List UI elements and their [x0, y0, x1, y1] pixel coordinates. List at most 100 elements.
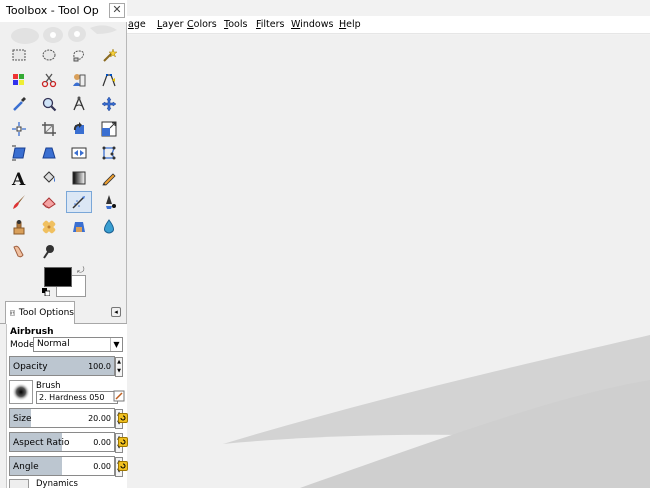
tool-smudge[interactable]	[6, 240, 32, 262]
opacity-value: 100.0	[88, 362, 111, 371]
measure-icon	[73, 96, 85, 111]
reset-angle-icon[interactable]	[118, 461, 128, 471]
size-label: Size	[13, 414, 32, 424]
foreground-color-swatch[interactable]	[44, 267, 72, 287]
reset-aspect-ratio-icon[interactable]	[118, 437, 128, 447]
tool-measure[interactable]	[66, 93, 92, 115]
menu-windows[interactable]: Windows	[291, 19, 333, 30]
paths-icon	[102, 73, 116, 86]
bucket-fill-icon	[43, 170, 55, 183]
dynamics-label: Dynamics	[36, 479, 78, 488]
tab-tool-options[interactable]: Tool Options	[5, 301, 75, 324]
toolbox-window: Toolbox - Tool Op ✕ A ⤾ Tool Options ◂ A…	[0, 0, 128, 488]
tool-perspective-clone[interactable]	[66, 216, 92, 238]
menu-layer[interactable]: Layer	[157, 19, 184, 30]
rect-select-icon	[12, 49, 26, 61]
tool-foreground-select[interactable]	[66, 69, 92, 91]
menu-image[interactable]: age	[128, 19, 146, 30]
menu-tools[interactable]: Tools	[224, 19, 247, 30]
brush-name-field[interactable]: 2. Hardness 050	[36, 391, 118, 404]
smudge-icon	[13, 245, 24, 258]
size-value: 20.00	[88, 414, 111, 423]
opacity-spinner[interactable]: ▲ ▼	[115, 357, 123, 377]
tool-pencil[interactable]	[96, 167, 122, 189]
tool-paths[interactable]	[96, 69, 122, 91]
tool-perspective[interactable]	[36, 142, 62, 164]
dynamics-row[interactable]: Dynamics	[9, 479, 128, 488]
dynamics-preview	[9, 479, 29, 488]
opacity-label: Opacity	[13, 362, 48, 372]
tool-shear[interactable]	[6, 142, 32, 164]
tool-rect-select[interactable]	[6, 44, 32, 66]
size-slider[interactable]: Size 20.00 ▲▼	[9, 408, 123, 429]
edit-brush-icon[interactable]	[113, 390, 125, 402]
swap-colors-icon[interactable]: ⤾	[77, 266, 85, 276]
free-select-icon	[73, 50, 84, 62]
shear-icon	[12, 145, 26, 161]
mode-value: Normal	[37, 339, 70, 349]
tool-fuzzy-select[interactable]	[96, 44, 122, 66]
aspect-ratio-slider[interactable]: Aspect Ratio 0.00 ▲▼	[9, 432, 123, 453]
wilber-drop-area-icon[interactable]	[5, 24, 120, 44]
tool-cage-transform[interactable]	[96, 142, 122, 164]
menu-filters[interactable]: Filters	[256, 19, 285, 30]
tool-zoom[interactable]	[36, 93, 62, 115]
menu-help[interactable]: Help	[339, 19, 361, 30]
tool-scale[interactable]	[96, 118, 122, 140]
brush-row: Brush 2. Hardness 050	[9, 380, 128, 408]
scissors-icon	[41, 73, 57, 87]
tool-blur-sharpen[interactable]	[96, 216, 122, 238]
chevron-down-icon: ▼	[110, 338, 122, 351]
default-colors-icon[interactable]	[42, 288, 50, 296]
tool-free-select[interactable]	[66, 44, 92, 66]
tab-menu-button[interactable]: ◂	[111, 307, 121, 317]
tool-move[interactable]	[96, 93, 122, 115]
tool-flip[interactable]	[66, 142, 92, 164]
dodge-burn-icon	[43, 245, 54, 259]
heal-icon	[42, 220, 56, 233]
close-button[interactable]: ✕	[109, 3, 125, 18]
toolbox-title: Toolbox - Tool Op	[6, 4, 99, 17]
tool-text[interactable]: A	[6, 167, 32, 189]
toolbox-titlebar[interactable]: Toolbox - Tool Op ✕	[0, 0, 127, 22]
align-icon	[12, 121, 26, 136]
mode-select[interactable]: Normal ▼	[33, 337, 123, 352]
clone-icon	[13, 219, 25, 234]
tool-ellipse-select[interactable]	[36, 44, 62, 66]
tool-clone[interactable]	[6, 216, 32, 238]
tool-crop[interactable]	[36, 118, 62, 140]
tool-eraser[interactable]	[36, 191, 62, 213]
angle-slider[interactable]: Angle 0.00 ▲▼	[9, 456, 123, 477]
brush-preview[interactable]	[9, 380, 33, 404]
tool-airbrush[interactable]	[66, 191, 92, 213]
brush-label: Brush	[36, 381, 61, 391]
tool-blend[interactable]	[66, 167, 92, 189]
eraser-icon	[42, 197, 56, 209]
reset-size-icon[interactable]	[118, 413, 128, 423]
tool-select-by-color[interactable]	[6, 69, 32, 91]
color-area: ⤾	[40, 266, 90, 300]
tool-color-picker[interactable]	[6, 93, 32, 115]
tool-options-icon	[10, 310, 15, 316]
perspective-clone-icon	[73, 221, 85, 232]
blur-sharpen-icon	[104, 218, 114, 233]
tool-rotate[interactable]	[66, 118, 92, 140]
crop-icon	[42, 121, 56, 136]
tool-paintbrush[interactable]	[6, 191, 32, 213]
color-picker-icon	[13, 97, 26, 111]
tool-ink[interactable]	[96, 191, 122, 213]
rotate-icon	[73, 121, 84, 134]
menu-colors[interactable]: Colors	[187, 19, 217, 30]
opacity-slider[interactable]: Opacity 100.0 ▲ ▼	[9, 356, 123, 377]
tool-name: Airbrush	[10, 327, 54, 337]
airbrush-icon	[72, 196, 85, 209]
angle-value: 0.00	[93, 462, 111, 471]
tool-scissors[interactable]	[36, 69, 62, 91]
tool-align[interactable]	[6, 118, 32, 140]
tool-dodge-burn[interactable]	[36, 240, 62, 262]
svg-text:A: A	[11, 170, 26, 186]
tool-heal[interactable]	[36, 216, 62, 238]
tool-bucket-fill[interactable]	[36, 167, 62, 189]
ellipse-select-icon	[42, 49, 56, 61]
ink-icon	[106, 195, 116, 209]
